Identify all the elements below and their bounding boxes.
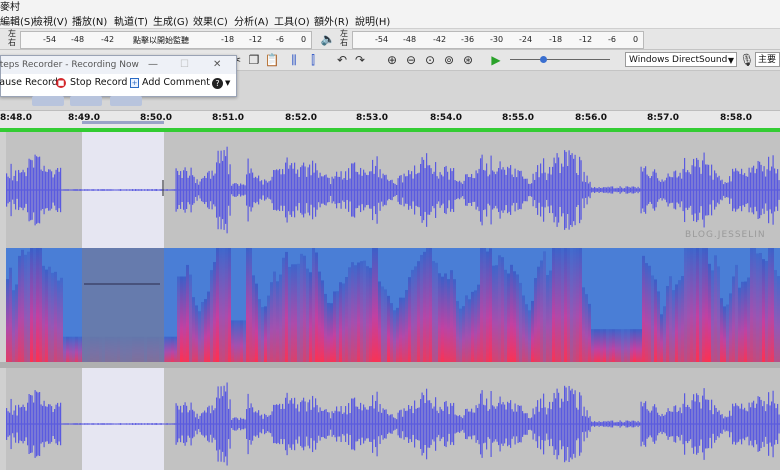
timeline-label: 8:50.0 — [140, 113, 173, 123]
maximize-icon: ☐ — [180, 59, 189, 70]
comment-icon: + — [130, 78, 139, 88]
record-meter-tick: -42 — [101, 35, 115, 44]
timeline-label: 8:53.0 — [356, 113, 389, 123]
timeline-label: 8:57.0 — [647, 113, 680, 123]
record-meter-right-label: 右 — [8, 38, 16, 47]
menu-generate[interactable]: 生成(G) — [153, 13, 189, 28]
menu-bar: 編輯(S) 檢視(V) 播放(N) 軌道(T) 生成(G) 效果(C) 分析(A… — [0, 12, 780, 29]
menu-extra[interactable]: 額外(R) — [314, 13, 349, 28]
timeline-label: 8:51.0 — [212, 113, 245, 123]
help-icon[interactable]: ? — [212, 78, 223, 89]
undo-icon[interactable]: ↶ — [334, 52, 350, 68]
fit-selection-icon[interactable]: ⊙ — [422, 52, 438, 68]
menu-tracks[interactable]: 軌道(T) — [114, 13, 148, 28]
record-meter-tick: -54 — [43, 35, 57, 44]
paste-icon[interactable]: 📋 — [264, 52, 280, 68]
recording-device-select[interactable]: 主要聲 — [755, 52, 780, 67]
steps-recorder-window: Steps Recorder - Recording Now — ☐ ✕ Pau… — [0, 55, 237, 97]
play-meter-tick: -42 — [433, 35, 447, 44]
transport-button[interactable] — [32, 96, 64, 106]
play-meter-tick: 0 — [633, 35, 639, 44]
redo-icon[interactable]: ↷ — [352, 52, 368, 68]
menu-help[interactable]: 說明(H) — [355, 13, 390, 28]
record-meter-hint[interactable]: 點擊以開始監聽 — [133, 35, 189, 46]
steps-recorder-title: Steps Recorder - Recording Now — [0, 60, 139, 70]
chevron-down-icon: ▼ — [727, 56, 734, 65]
timeline-label: 8:48.0 — [0, 113, 33, 123]
menu-tools[interactable]: 工具(O) — [274, 13, 310, 28]
play-meter-tick: -48 — [403, 35, 417, 44]
add-comment-button[interactable]: Add Comment — [142, 77, 210, 88]
play-meter-tick: -24 — [519, 35, 533, 44]
timeline-label: 8:58.0 — [720, 113, 753, 123]
play-meter-left-label: 左 — [340, 29, 348, 38]
timeline-label: 8:56.0 — [575, 113, 608, 123]
menu-effect[interactable]: 效果(C) — [193, 13, 228, 28]
timeline-label: 8:52.0 — [285, 113, 318, 123]
play-meter-tick: -18 — [549, 35, 563, 44]
record-meter-tick: -18 — [221, 35, 235, 44]
recording-device-value: 主要聲 — [758, 55, 777, 65]
waveform-upper — [6, 146, 780, 234]
record-meter[interactable]: -54 -48 -42 點擊以開始監聽 -18 -12 -6 0 — [20, 31, 312, 49]
play-meter-tick: -54 — [375, 35, 389, 44]
playback-speed-slider[interactable] — [510, 59, 610, 60]
waveform-lower — [6, 382, 780, 466]
transport-button[interactable] — [70, 96, 102, 106]
menu-view[interactable]: 檢視(V) — [33, 13, 68, 28]
menu-transport[interactable]: 播放(N) — [72, 13, 107, 28]
waveform-track-upper[interactable]: BLOG.JESSELIN — [0, 132, 780, 248]
stop-record-button[interactable]: Stop Record — [70, 77, 127, 88]
play-meter-tick: -6 — [608, 35, 616, 44]
timeline-ruler[interactable]: 8:48.0 8:49.0 8:50.0 8:51.0 8:52.0 8:53.… — [0, 110, 780, 129]
audio-host-select[interactable]: Windows DirectSound ▼ — [625, 52, 737, 67]
play-meter-tick: -30 — [490, 35, 504, 44]
timeline-label: 8:49.0 — [68, 113, 101, 123]
steps-recorder-titlebar[interactable]: Steps Recorder - Recording Now — ☐ ✕ — [0, 56, 236, 74]
fit-project-icon[interactable]: ⊚ — [441, 52, 457, 68]
meter-toolbar: 左 右 -54 -48 -42 點擊以開始監聽 -18 -12 -6 0 🔈 左… — [0, 29, 780, 50]
close-icon[interactable]: ✕ — [213, 56, 221, 74]
transport-button[interactable] — [110, 96, 142, 106]
silence-icon[interactable]: ⫿ — [305, 52, 321, 68]
track-vruler — [0, 248, 6, 362]
speaker-icon[interactable]: 🔈 — [320, 31, 336, 47]
record-meter-tick: 0 — [301, 35, 307, 44]
playback-speed-thumb[interactable] — [540, 56, 547, 63]
menu-analyze[interactable]: 分析(A) — [234, 13, 269, 28]
record-meter-left-label: 左 — [8, 29, 16, 38]
audio-host-value: Windows DirectSound — [629, 55, 728, 65]
title-bar: 麥村 — [0, 0, 780, 13]
waveform-track-lower[interactable] — [0, 368, 780, 470]
trim-icon[interactable]: ⫼ — [286, 52, 302, 68]
timeline-label: 8:55.0 — [502, 113, 535, 123]
playback-meter[interactable]: -54 -48 -42 -36 -30 -24 -18 -12 -6 0 — [352, 31, 644, 49]
record-meter-tick: -48 — [71, 35, 85, 44]
minimize-icon[interactable]: — — [148, 56, 158, 74]
help-dropdown-icon[interactable]: ▼ — [225, 79, 230, 87]
microphone-icon: 🎙 — [739, 53, 755, 67]
menu-edit[interactable]: 編輯(S) — [0, 13, 34, 28]
zoom-out-icon[interactable]: ⊖ — [403, 52, 419, 68]
record-meter-tick: -12 — [249, 35, 263, 44]
play-at-speed-icon[interactable]: ▶ — [488, 52, 504, 68]
zoom-in-icon[interactable]: ⊕ — [384, 52, 400, 68]
record-meter-tick: -6 — [276, 35, 284, 44]
stop-icon: ■ — [56, 78, 66, 88]
play-meter-tick: -12 — [579, 35, 593, 44]
spectrogram-track[interactable] — [0, 248, 780, 362]
copy-icon[interactable]: ❐ — [246, 52, 262, 68]
play-meter-tick: -36 — [461, 35, 475, 44]
pause-record-button[interactable]: Pause Record — [0, 77, 58, 88]
timeline-label: 8:54.0 — [430, 113, 463, 123]
watermark: BLOG.JESSELIN — [685, 230, 766, 240]
zoom-toggle-icon[interactable]: ⊛ — [460, 52, 476, 68]
spectrogram — [6, 248, 780, 362]
play-meter-right-label: 右 — [340, 38, 348, 47]
